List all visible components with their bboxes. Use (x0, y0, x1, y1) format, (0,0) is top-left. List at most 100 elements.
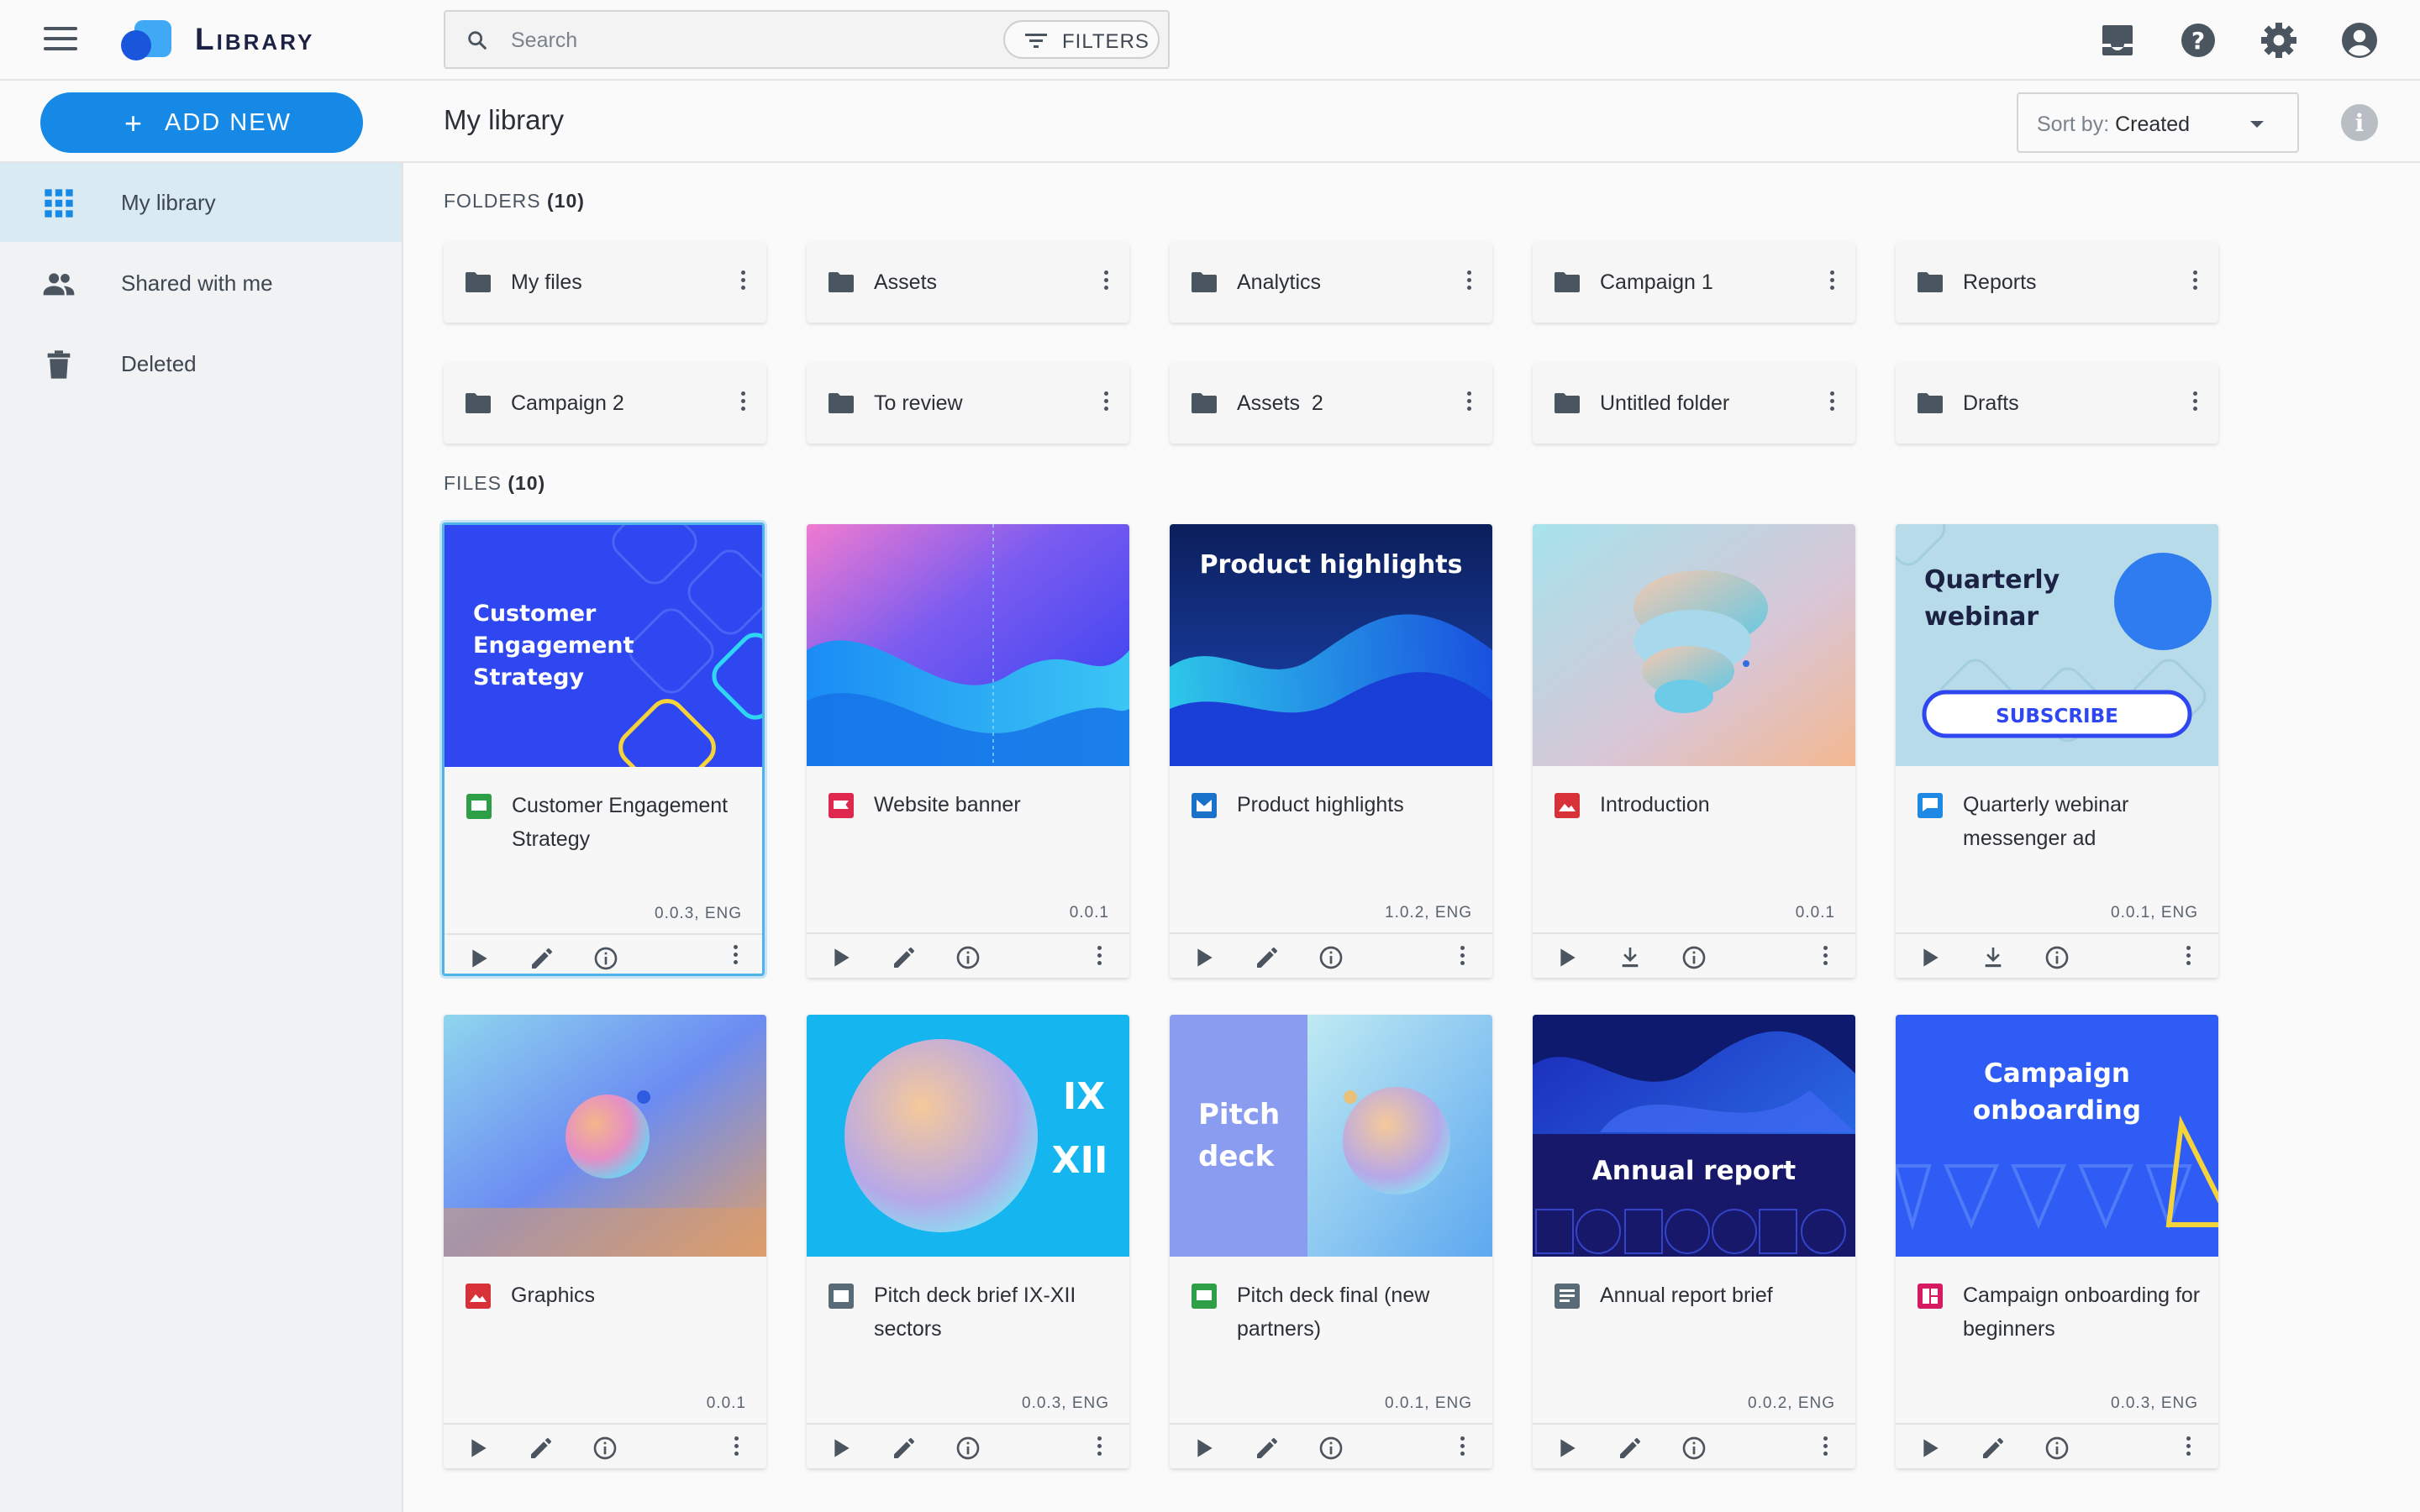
more-options-icon[interactable] (1096, 388, 1116, 422)
search-input[interactable] (511, 25, 931, 55)
info-icon[interactable] (1681, 944, 1707, 971)
file-card[interactable]: Customer Engagement Strategy Customer Enga… (442, 522, 765, 976)
settings-gear-icon[interactable] (2259, 20, 2299, 60)
play-icon[interactable] (827, 944, 854, 971)
file-card[interactable]: Annual report Annual report brief 0.0.2,… (1533, 1015, 1855, 1468)
more-options-icon[interactable] (2185, 267, 2205, 301)
folder-name: Analytics (1237, 270, 1322, 294)
more-options-icon[interactable] (2185, 388, 2205, 422)
file-version: 0.0.1, ENG (1385, 1394, 1472, 1412)
file-card[interactable]: Website banner 0.0.1 (807, 524, 1129, 978)
file-card[interactable]: Pitch deck Pitch deck final (new partner… (1170, 1015, 1492, 1468)
more-options-icon[interactable] (1459, 388, 1479, 422)
file-card[interactable]: Product highlights Product highlights 1.… (1170, 524, 1492, 978)
sidebar-item-shared-with-me[interactable]: Shared with me (0, 244, 402, 323)
file-card[interactable]: Quarterly webinar SUBSCRIBE Quarterly we… (1896, 524, 2218, 978)
play-icon[interactable] (465, 945, 492, 972)
info-icon[interactable] (592, 945, 619, 972)
play-icon[interactable] (1553, 1435, 1580, 1462)
play-icon[interactable] (464, 1435, 491, 1462)
file-version: 0.0.1 (1795, 904, 1835, 921)
play-icon[interactable] (1190, 1435, 1217, 1462)
play-icon[interactable] (1916, 1435, 1943, 1462)
sidebar-item-deleted[interactable]: Deleted (0, 324, 402, 403)
download-icon[interactable] (1980, 944, 2007, 971)
more-options-icon[interactable] (1096, 267, 1116, 301)
trash-icon (47, 350, 71, 379)
sidebar-item-my-library[interactable]: My library (0, 163, 402, 242)
file-card[interactable]: Graphics 0.0.1 (444, 1015, 766, 1468)
info-icon[interactable] (955, 1435, 981, 1462)
help-icon[interactable]: ? (2178, 20, 2218, 60)
folder-card[interactable]: Campaign 2 (444, 363, 766, 444)
folder-icon (1555, 272, 1580, 292)
more-options-icon[interactable] (1452, 1433, 1472, 1467)
file-card[interactable]: Introduction 0.0.1 (1533, 524, 1855, 978)
more-options-icon[interactable] (733, 388, 753, 422)
play-icon[interactable] (827, 1435, 854, 1462)
more-options-icon[interactable] (1815, 1433, 1835, 1467)
edit-icon[interactable] (1254, 944, 1281, 971)
banner-type-icon (829, 793, 854, 818)
add-new-button[interactable]: + ADD NEW (40, 92, 363, 153)
edit-icon[interactable] (528, 1435, 555, 1462)
info-icon[interactable]: i (2341, 104, 2378, 141)
inbox-icon[interactable] (2097, 20, 2138, 60)
more-options-icon[interactable] (1815, 942, 1835, 976)
edit-icon[interactable] (1617, 1435, 1644, 1462)
filters-button[interactable]: FILTERS (1003, 20, 1160, 59)
info-icon[interactable] (592, 1435, 618, 1462)
play-icon[interactable] (1916, 944, 1943, 971)
more-options-icon[interactable] (2178, 1433, 2198, 1467)
folder-card[interactable]: Drafts (1896, 363, 2218, 444)
folder-name: Campaign 2 (511, 391, 624, 415)
more-options-icon[interactable] (1089, 942, 1109, 976)
more-options-icon[interactable] (726, 1433, 746, 1467)
folder-card[interactable]: To review (807, 363, 1129, 444)
svg-text:XII: XII (1052, 1139, 1108, 1182)
account-icon[interactable] (2339, 20, 2380, 60)
info-icon[interactable] (1318, 1435, 1344, 1462)
folder-card[interactable]: Campaign 1 (1533, 242, 1855, 323)
play-icon[interactable] (1190, 944, 1217, 971)
info-icon[interactable] (2044, 1435, 2070, 1462)
info-icon[interactable] (1318, 944, 1344, 971)
file-card[interactable]: Campaign onboarding Campaign onboarding … (1896, 1015, 2218, 1468)
menu-icon[interactable] (44, 27, 77, 54)
divider (444, 1423, 766, 1425)
folder-card[interactable]: Reports (1896, 242, 2218, 323)
more-options-icon[interactable] (1089, 1433, 1109, 1467)
edit-icon[interactable] (891, 1435, 918, 1462)
edit-icon[interactable] (1254, 1435, 1281, 1462)
folder-card[interactable]: Analytics (1170, 242, 1492, 323)
info-icon[interactable] (2044, 944, 2070, 971)
info-icon[interactable] (955, 944, 981, 971)
image-type-icon (1555, 793, 1580, 818)
download-icon[interactable] (1617, 944, 1644, 971)
file-title: Pitch deck brief IX-XII sectors (874, 1284, 1076, 1341)
file-version: 0.0.1 (706, 1394, 746, 1412)
sort-label: Sort by: Created (2037, 113, 2191, 136)
file-card[interactable]: IX XII Pitch deck brief IX-XII sectors 0… (807, 1015, 1129, 1468)
more-options-icon[interactable] (2178, 942, 2198, 976)
edit-icon[interactable] (1980, 1435, 2007, 1462)
layout-type-icon (1918, 1284, 1943, 1309)
play-icon[interactable] (1553, 944, 1580, 971)
folder-card[interactable]: Untitled folder (1533, 363, 1855, 444)
more-options-icon[interactable] (725, 942, 745, 974)
folder-card[interactable]: My files (444, 242, 766, 323)
info-icon[interactable] (1681, 1435, 1707, 1462)
edit-icon[interactable] (529, 945, 555, 972)
edit-icon[interactable] (891, 944, 918, 971)
more-options-icon[interactable] (1452, 942, 1472, 976)
folder-icon (829, 272, 854, 292)
folder-card[interactable]: Assets (807, 242, 1129, 323)
sort-dropdown[interactable]: Sort by: Created (2017, 92, 2299, 153)
more-options-icon[interactable] (1822, 388, 1842, 422)
filters-label: FILTERS (1062, 30, 1150, 53)
more-options-icon[interactable] (1822, 267, 1842, 301)
folder-card[interactable]: Assets 2 (1170, 363, 1492, 444)
folder-name: Drafts (1963, 391, 2019, 415)
more-options-icon[interactable] (1459, 267, 1479, 301)
more-options-icon[interactable] (733, 267, 753, 301)
